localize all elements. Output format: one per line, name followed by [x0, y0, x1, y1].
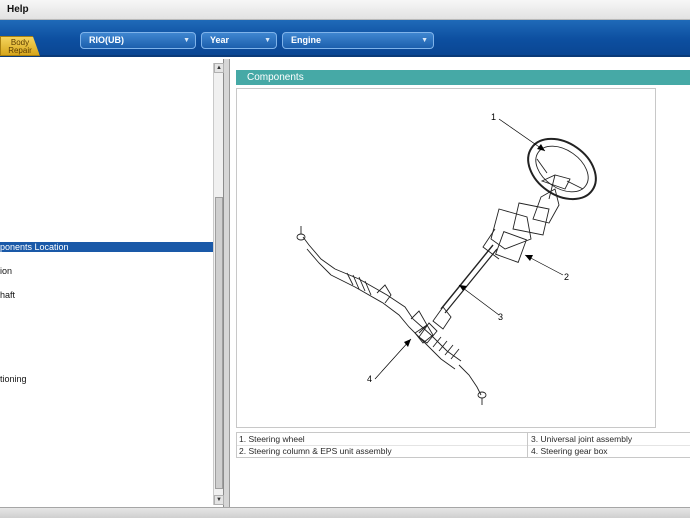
- year-select-value: Year: [210, 35, 230, 45]
- callout-3: 3: [498, 312, 503, 322]
- chevron-down-icon: ▼: [183, 37, 190, 44]
- legend-divider: [527, 433, 528, 457]
- body-repair-tab-line2: Repair: [8, 46, 32, 55]
- legend-item-1: 1. Steering wheel: [239, 434, 305, 444]
- tree-item[interactable]: ion: [0, 266, 12, 276]
- content-pane: Components 1 2 3 4 1. Steering wheel 3. …: [230, 59, 690, 507]
- model-select[interactable]: RIO(UB) ▼: [80, 32, 196, 49]
- legend-item-4: 4. Steering gear box: [531, 446, 608, 456]
- tree-panel: ponents Location ion haft tioning ▲ ▼: [0, 59, 224, 507]
- tree-item-components-location[interactable]: ponents Location: [0, 242, 215, 252]
- status-bar: [0, 507, 690, 518]
- menu-bar: Help: [0, 0, 690, 20]
- menu-help[interactable]: Help: [7, 4, 29, 15]
- components-figure: 1 2 3 4: [236, 88, 656, 428]
- tree-scrollbar[interactable]: ▲ ▼: [213, 63, 224, 505]
- engine-select[interactable]: Engine ▼: [282, 32, 434, 49]
- tree-item[interactable]: tioning: [0, 374, 27, 384]
- legend-item-3: 3. Universal joint assembly: [531, 434, 633, 444]
- year-select[interactable]: Year ▼: [201, 32, 277, 49]
- chevron-down-icon: ▼: [421, 37, 428, 44]
- scroll-down-icon[interactable]: ▼: [214, 495, 224, 505]
- model-select-value: RIO(UB): [89, 35, 124, 45]
- body-repair-tab[interactable]: Body Repair: [0, 36, 40, 56]
- chevron-down-icon: ▼: [264, 37, 271, 44]
- legend-item-2: 2. Steering column & EPS unit assembly: [239, 446, 392, 456]
- scroll-up-icon[interactable]: ▲: [214, 63, 224, 73]
- engine-select-value: Engine: [291, 35, 322, 45]
- callout-4: 4: [367, 374, 372, 384]
- components-legend: 1. Steering wheel 3. Universal joint ass…: [236, 432, 690, 458]
- callout-2: 2: [564, 272, 569, 282]
- scrollbar-thumb[interactable]: [215, 197, 223, 489]
- section-header: Components: [236, 70, 690, 85]
- toolbar: Body Repair RIO(UB) ▼ Year ▼ Engine ▼: [0, 20, 690, 57]
- callout-1: 1: [491, 112, 496, 122]
- tree-item[interactable]: haft: [0, 290, 15, 300]
- steering-system-illustration: 1 2 3 4: [296, 112, 597, 405]
